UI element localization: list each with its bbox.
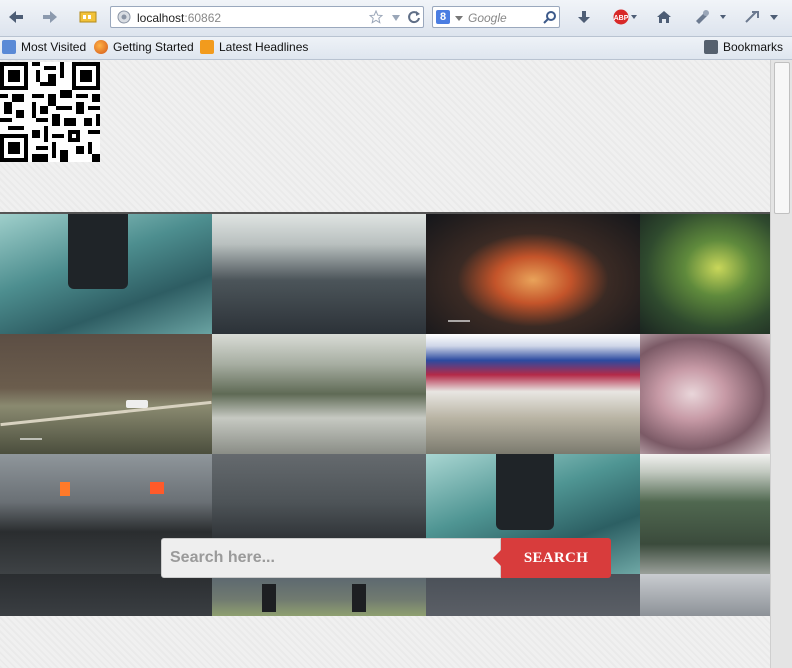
globe-icon bbox=[117, 10, 131, 24]
firefox-icon bbox=[94, 40, 108, 54]
star-icon[interactable] bbox=[369, 10, 383, 24]
browser-search-placeholder: Google bbox=[468, 11, 507, 25]
dropdown-icon[interactable] bbox=[391, 13, 401, 23]
search-input[interactable] bbox=[161, 538, 501, 578]
thumbnail-shape bbox=[150, 482, 164, 494]
back-button[interactable] bbox=[6, 6, 26, 28]
url-host: localhost bbox=[137, 11, 185, 25]
search-form: SEARCH bbox=[161, 538, 611, 580]
video-thumbnail[interactable] bbox=[0, 334, 212, 454]
thumbnail-shape bbox=[0, 400, 212, 427]
video-thumbnail[interactable] bbox=[212, 214, 426, 334]
adblock-button[interactable]: ABP bbox=[610, 6, 640, 28]
bookmarks-star-icon bbox=[704, 40, 718, 54]
search-engine-icon: 8 bbox=[436, 10, 450, 24]
thumbnail-shape bbox=[262, 584, 276, 612]
adblock-icon: ABP bbox=[613, 9, 637, 25]
home-icon bbox=[657, 11, 671, 23]
qr-code-image bbox=[0, 62, 100, 162]
video-thumbnail[interactable] bbox=[640, 334, 770, 454]
reload-icon[interactable] bbox=[407, 10, 421, 24]
bookmark-getting-started[interactable]: Getting Started bbox=[94, 40, 194, 54]
video-thumbnail[interactable] bbox=[640, 574, 770, 616]
bookmark-label: Latest Headlines bbox=[219, 40, 309, 54]
browser-search-bar[interactable]: 8 Google bbox=[432, 6, 560, 28]
video-thumbnail[interactable] bbox=[212, 574, 426, 616]
scrollbar-thumb[interactable] bbox=[774, 62, 790, 214]
video-thumbnail[interactable] bbox=[640, 454, 770, 574]
video-thumbnail[interactable] bbox=[212, 334, 426, 454]
bookmark-folder-icon bbox=[2, 40, 16, 54]
page-content: SEARCH bbox=[0, 60, 770, 668]
vertical-scrollbar[interactable] bbox=[770, 60, 792, 668]
search-button[interactable]: SEARCH bbox=[493, 538, 611, 578]
addon-icon bbox=[696, 10, 726, 24]
bookmarks-menu[interactable]: Bookmarks bbox=[704, 40, 783, 54]
thumbnail-shape bbox=[352, 584, 366, 612]
forward-button[interactable] bbox=[40, 6, 60, 28]
back-icon bbox=[9, 11, 23, 23]
tools-button[interactable] bbox=[740, 6, 784, 28]
browser-toolbar: localhost:60862 8 Google ABP bbox=[0, 0, 792, 37]
thumbnail-caption bbox=[20, 438, 42, 440]
download-icon bbox=[578, 11, 590, 23]
search-icon[interactable] bbox=[543, 10, 557, 24]
bookmark-label: Most Visited bbox=[21, 40, 87, 54]
url-text: localhost:60862 bbox=[137, 11, 221, 25]
menu-icon bbox=[745, 11, 778, 23]
feed-icon bbox=[79, 11, 97, 23]
video-thumbnail[interactable] bbox=[426, 334, 640, 454]
thumbnail-shape bbox=[126, 400, 148, 408]
bookmark-latest-headlines[interactable]: Latest Headlines bbox=[200, 40, 308, 54]
thumbnail-shape bbox=[68, 214, 128, 289]
url-port: :60862 bbox=[184, 11, 222, 25]
video-thumbnail[interactable] bbox=[426, 214, 640, 334]
thumbnail-shape bbox=[60, 482, 70, 496]
rss-icon bbox=[200, 40, 214, 54]
bookmarks-label: Bookmarks bbox=[723, 40, 784, 54]
download-button[interactable] bbox=[574, 6, 594, 28]
addon-button[interactable] bbox=[692, 6, 732, 28]
video-thumbnail-mosaic: SEARCH bbox=[0, 212, 770, 616]
address-bar[interactable]: localhost:60862 bbox=[110, 6, 424, 28]
home-button[interactable] bbox=[654, 6, 674, 28]
forward-icon bbox=[43, 11, 57, 23]
chevron-down-icon bbox=[455, 16, 463, 21]
video-thumbnail[interactable] bbox=[426, 574, 640, 616]
thumbnail-shape bbox=[496, 454, 554, 530]
video-thumbnail[interactable] bbox=[0, 214, 212, 334]
video-thumbnail[interactable] bbox=[640, 214, 770, 334]
bookmark-label: Getting Started bbox=[113, 40, 194, 54]
svg-text:ABP: ABP bbox=[614, 15, 629, 22]
bookmarks-toolbar: Most Visited Getting Started Latest Head… bbox=[0, 37, 792, 60]
video-thumbnail[interactable] bbox=[0, 574, 212, 616]
thumbnail-caption bbox=[448, 320, 470, 322]
feed-button[interactable] bbox=[78, 6, 98, 28]
bookmark-most-visited[interactable]: Most Visited bbox=[2, 40, 86, 54]
